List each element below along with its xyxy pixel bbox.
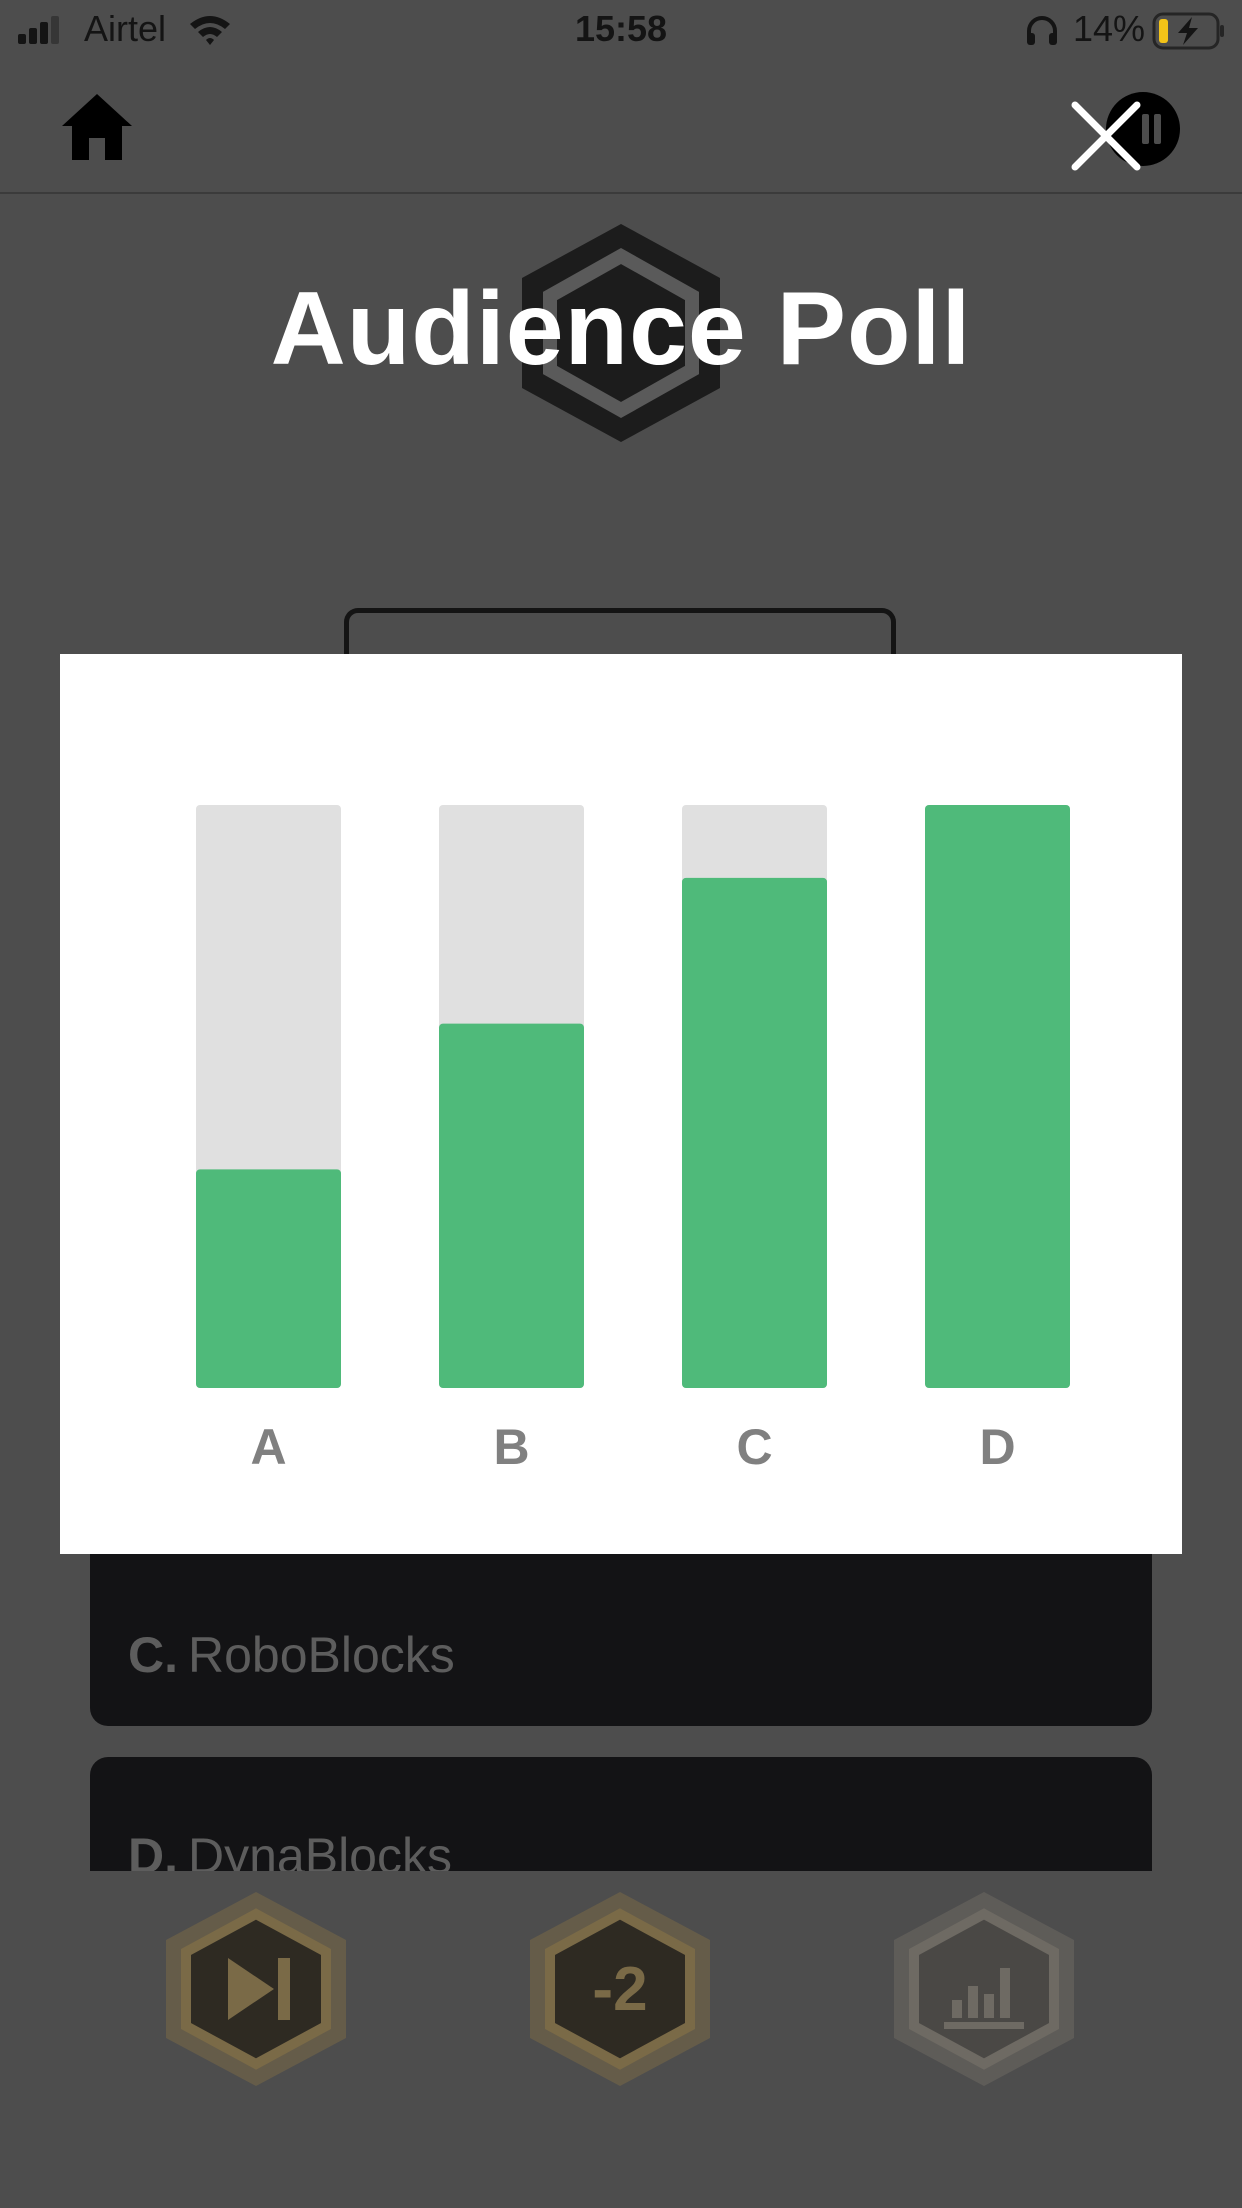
audience-poll-modal: A B C D bbox=[60, 654, 1182, 1554]
status-bar: Airtel 15:58 14% bbox=[0, 0, 1242, 62]
answer-text: RoboBlocks bbox=[188, 1627, 455, 1683]
bar-c bbox=[682, 877, 827, 1388]
bar-b bbox=[439, 1023, 584, 1388]
bar-a bbox=[196, 1169, 341, 1388]
answer-text: DynaBlocks bbox=[188, 1828, 452, 1871]
close-icon[interactable] bbox=[1070, 100, 1142, 172]
top-bar bbox=[0, 62, 1242, 194]
battery-charging-icon bbox=[1152, 12, 1224, 50]
bar-label-d: D bbox=[979, 1419, 1015, 1475]
answer-letter: C. bbox=[128, 1627, 178, 1683]
page-title: Audience Poll bbox=[270, 271, 972, 387]
audience-poll-chart: A B C D bbox=[196, 805, 1070, 1475]
bar-label-c: C bbox=[736, 1419, 772, 1475]
answer-option-d[interactable]: D. DynaBlocks bbox=[90, 1757, 1152, 1871]
minus-two-button[interactable]: -2 bbox=[526, 1888, 714, 2090]
battery-percent: 14% bbox=[1073, 8, 1146, 49]
answer-letter: D. bbox=[128, 1828, 178, 1871]
bar-label-a: A bbox=[250, 1419, 286, 1475]
bar-d bbox=[925, 805, 1070, 1388]
bar-label-b: B bbox=[493, 1419, 529, 1475]
headphones-icon bbox=[1027, 16, 1057, 45]
home-icon[interactable] bbox=[60, 92, 134, 162]
skip-question-button[interactable] bbox=[162, 1888, 350, 2090]
minus-two-icon: -2 bbox=[592, 1955, 647, 2024]
audience-poll-button[interactable] bbox=[890, 1888, 1078, 2090]
